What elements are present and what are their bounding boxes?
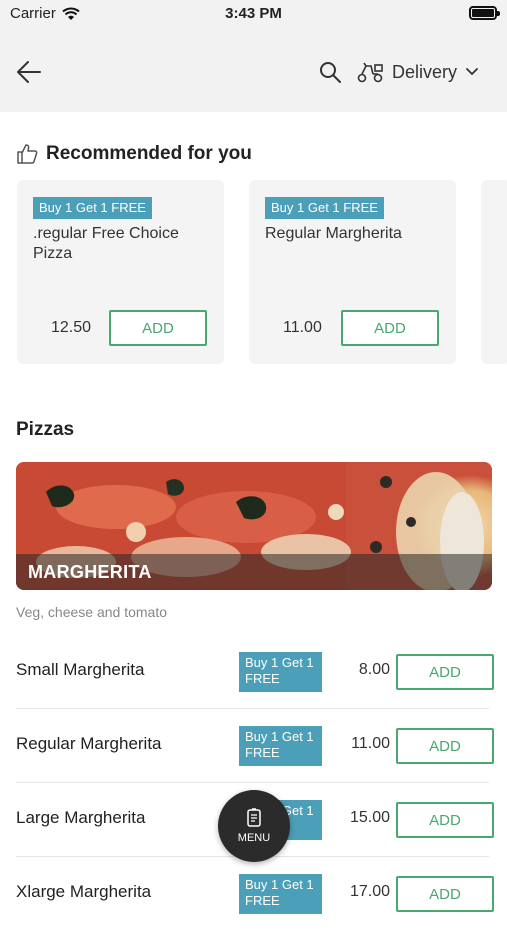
status-time: 3:43 PM (225, 5, 282, 22)
menu-item-price: 15.00 (349, 809, 390, 826)
menu-fab-label: MENU (237, 832, 271, 844)
offer-badge: Buy 1 Get 1 FREE (33, 197, 152, 219)
margherita-category-banner[interactable]: MARGHERITA (16, 462, 492, 590)
offer-badge: Buy 1 Get 1 FREE (239, 726, 322, 766)
add-button[interactable]: ADD (396, 654, 494, 690)
back-arrow-icon[interactable] (14, 58, 42, 86)
recommended-card-peek[interactable] (481, 180, 507, 364)
add-button[interactable]: ADD (396, 876, 494, 912)
menu-item-name: Regular Margherita (16, 734, 162, 753)
search-icon[interactable] (318, 60, 342, 84)
recommended-item-name: Regular Margherita (265, 225, 402, 242)
menu-item-row[interactable]: Xlarge Margherita Buy 1 Get 1 FREE 17.00… (0, 857, 507, 931)
menu-item-name: Large Margherita (16, 808, 146, 827)
top-nav-bar: Delivery (0, 30, 507, 112)
offer-badge: Buy 1 Get 1 FREE (239, 652, 322, 692)
menu-item-price: 11.00 (351, 735, 390, 752)
category-banner-label: MARGHERITA (28, 562, 152, 582)
menu-item-name: Xlarge Margherita (16, 882, 152, 901)
recommended-card[interactable]: Buy 1 Get 1 FREE .regular Free Choice Pi… (17, 180, 224, 364)
thumbs-up-icon (17, 144, 38, 164)
add-button[interactable]: ADD (109, 310, 207, 346)
pizzas-section-title: Pizzas (16, 419, 75, 440)
menu-fab-button[interactable]: MENU (218, 790, 290, 862)
delivery-label: Delivery (392, 61, 458, 82)
recommended-section-title: Recommended for you (16, 143, 252, 165)
category-description: Veg, cheese and tomato (16, 604, 167, 620)
battery-icon (469, 6, 500, 20)
recommended-item-name: .regular Free Choice Pizza (33, 225, 179, 262)
menu-card-icon (247, 808, 261, 827)
offer-badge: Buy 1 Get 1 FREE (239, 874, 322, 914)
offer-badge: Buy 1 Get 1 FREE (265, 197, 384, 219)
recommended-item-price: 11.00 (283, 319, 322, 336)
menu-item-price: 8.00 (358, 661, 390, 678)
add-button[interactable]: ADD (341, 310, 439, 346)
recommended-card[interactable]: Buy 1 Get 1 FREE Regular Margherita 11.0… (249, 180, 456, 364)
delivery-mode-selector[interactable]: Delivery (356, 58, 479, 86)
recommended-title-text: Recommended for you (46, 143, 252, 164)
chevron-down-icon (466, 68, 478, 76)
status-bar: Carrier 3:43 PM (0, 0, 507, 30)
menu-item-row[interactable]: Small Margherita Buy 1 Get 1 FREE 8.00 A… (0, 635, 507, 709)
scooter-icon (357, 62, 383, 83)
menu-item-row[interactable]: Regular Margherita Buy 1 Get 1 FREE 11.0… (0, 709, 507, 783)
menu-item-price: 17.00 (349, 883, 390, 900)
add-button[interactable]: ADD (396, 802, 494, 838)
recommended-item-price: 12.50 (51, 319, 92, 336)
menu-item-name: Small Margherita (16, 660, 145, 679)
add-button[interactable]: ADD (396, 728, 494, 764)
